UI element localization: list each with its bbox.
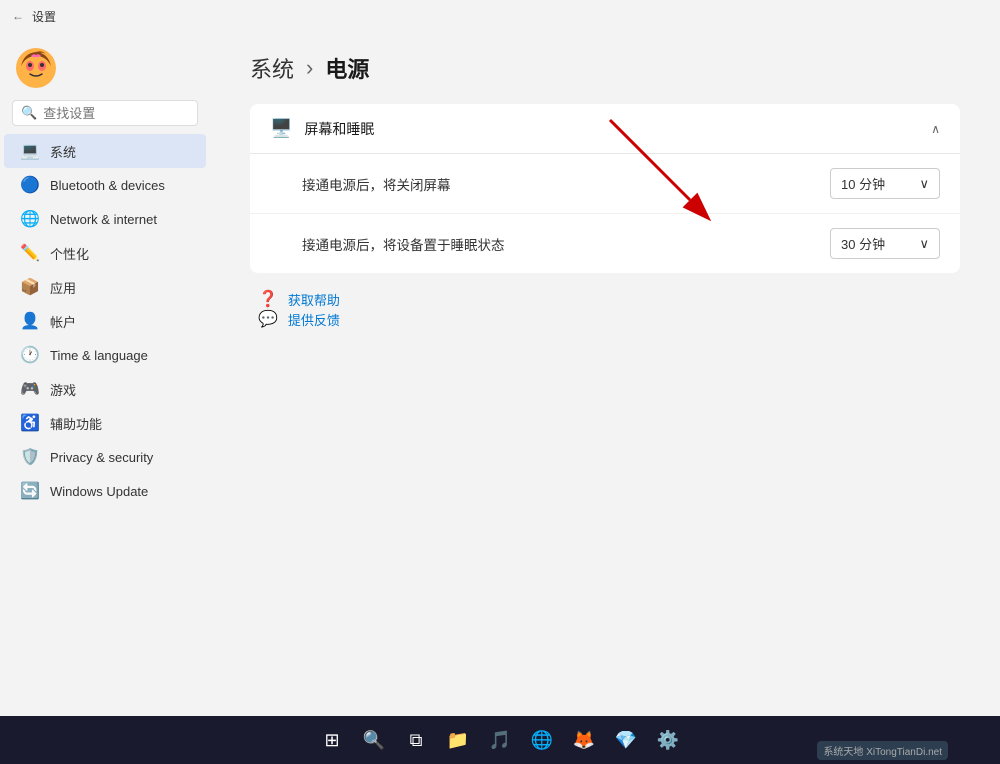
title-bar-label: 设置 <box>32 8 56 25</box>
sidebar-label-privacy: Privacy & security <box>50 450 153 465</box>
taskbar-windows-icon[interactable]: ⊞ <box>314 722 350 758</box>
card-rows: 接通电源后，将关闭屏幕 10 分钟 ∨ 接通电源后，将设备置于睡眠状态 30 分钟 ∨ <box>250 154 960 273</box>
sidebar-item-system[interactable]: 💻 系统 <box>4 134 206 168</box>
sidebar-item-privacy[interactable]: 🛡️ Privacy & security <box>4 440 206 474</box>
sidebar-label-system: 系统 <box>50 142 76 161</box>
card-row-dropdown-0[interactable]: 10 分钟 ∨ <box>830 168 940 199</box>
page-title: 电源 <box>325 52 369 84</box>
card-expand-chevron: ∧ <box>931 122 940 136</box>
taskbar-music-icon[interactable]: 🎵 <box>482 722 518 758</box>
sidebar-item-accounts[interactable]: 👤 帐户 <box>4 304 206 338</box>
sidebar-item-personalization[interactable]: ✏️ 个性化 <box>4 236 206 270</box>
taskbar-search-icon[interactable]: 🔍 <box>356 722 392 758</box>
card-header[interactable]: 🖥️ 屏幕和睡眠 ∧ <box>250 104 960 154</box>
sidebar-nav: 💻 系统 🔵 Bluetooth & devices 🌐 Network & intern… <box>0 134 210 508</box>
help-link-icon-0: ❓ <box>258 289 278 309</box>
search-input[interactable] <box>43 106 189 121</box>
settings-card: 🖥️ 屏幕和睡眠 ∧ 接通电源后，将关闭屏幕10 分钟∨接通电源后，将设备置于睡… <box>250 104 960 273</box>
breadcrumb-parent: 系统 <box>250 52 294 84</box>
help-links-container: ❓ 获取帮助 💬 提供反馈 <box>258 289 960 329</box>
taskbar-settings-icon[interactable]: ⚙️ <box>650 722 686 758</box>
main-content: 系统 › 电源 🖥️ 屏幕和睡眠 ∧ 接通电源后，将关闭屏幕10 分钟∨接通电源… <box>210 32 1000 716</box>
sidebar-item-update[interactable]: 🔄 Windows Update <box>4 474 206 508</box>
card-header-icon: 🖥️ <box>270 118 292 139</box>
sidebar-label-bluetooth: Bluetooth & devices <box>50 178 165 193</box>
help-link-item-1: 💬 提供反馈 <box>258 309 960 329</box>
help-links: ❓ 获取帮助 💬 提供反馈 <box>250 289 960 329</box>
sidebar-item-gaming[interactable]: 🎮 游戏 <box>4 372 206 406</box>
taskbar-edge-icon[interactable]: 🌐 <box>524 722 560 758</box>
title-bar: ← 设置 <box>0 0 1000 32</box>
user-avatar <box>0 40 210 96</box>
help-link-text-1[interactable]: 提供反馈 <box>288 310 340 329</box>
card-row-chevron-0: ∨ <box>919 176 929 192</box>
card-row-1: 接通电源后，将设备置于睡眠状态 30 分钟 ∨ <box>250 214 960 273</box>
sidebar-icon-update: 🔄 <box>20 481 40 501</box>
sidebar: 🔍 💻 系统 🔵 Bluetooth & devices 🌐 Network & inte… <box>0 32 210 716</box>
card-header-title: 屏幕和睡眠 <box>304 119 374 139</box>
sidebar-icon-network: 🌐 <box>20 209 40 229</box>
sidebar-icon-accessibility: ♿ <box>20 413 40 433</box>
page-header: 系统 › 电源 <box>250 52 960 84</box>
watermark: 系统天地 XiTongTianDi.net <box>817 741 948 760</box>
taskbar-gem-icon[interactable]: 💎 <box>608 722 644 758</box>
taskbar-taskview-icon[interactable]: ⧉ <box>398 722 434 758</box>
taskbar-firefox-icon[interactable]: 🦊 <box>566 722 602 758</box>
sidebar-icon-gaming: 🎮 <box>20 379 40 399</box>
back-button[interactable]: ← <box>12 9 24 23</box>
sidebar-item-network[interactable]: 🌐 Network & internet <box>4 202 206 236</box>
card-row-0: 接通电源后，将关闭屏幕 10 分钟 ∨ <box>250 154 960 214</box>
avatar-image <box>16 48 56 88</box>
help-link-icon-1: 💬 <box>258 309 278 329</box>
help-link-item-0: ❓ 获取帮助 <box>258 289 960 309</box>
sidebar-label-personalization: 个性化 <box>50 244 89 263</box>
sidebar-label-time: Time & language <box>50 348 148 363</box>
sidebar-label-network: Network & internet <box>50 212 157 227</box>
sidebar-item-apps[interactable]: 📦 应用 <box>4 270 206 304</box>
card-row-label-1: 接通电源后，将设备置于睡眠状态 <box>302 234 505 254</box>
sidebar-icon-accounts: 👤 <box>20 311 40 331</box>
sidebar-icon-time: 🕐 <box>20 345 40 365</box>
search-box[interactable]: 🔍 <box>12 100 198 126</box>
sidebar-icon-personalization: ✏️ <box>20 243 40 263</box>
card-row-value-0: 10 分钟 <box>841 174 885 193</box>
sidebar-icon-privacy: 🛡️ <box>20 447 40 467</box>
help-link-text-0[interactable]: 获取帮助 <box>288 290 340 309</box>
sidebar-icon-bluetooth: 🔵 <box>20 175 40 195</box>
watermark-bg: 系统天地 XiTongTianDi.net <box>817 741 948 760</box>
sidebar-label-update: Windows Update <box>50 484 148 499</box>
sidebar-label-accounts: 帐户 <box>50 312 76 331</box>
card-row-chevron-1: ∨ <box>919 236 929 252</box>
sidebar-label-apps: 应用 <box>50 278 76 297</box>
sidebar-label-accessibility: 辅助功能 <box>50 414 102 433</box>
app-container: 🔍 💻 系统 🔵 Bluetooth & devices 🌐 Network & inte… <box>0 32 1000 716</box>
card-header-left: 🖥️ 屏幕和睡眠 <box>270 118 374 139</box>
taskbar: ⊞ 🔍 ⧉ 📁 🎵 🌐 🦊 💎 ⚙️ 系统天地 XiTongTianDi.net <box>0 716 1000 764</box>
card-row-dropdown-1[interactable]: 30 分钟 ∨ <box>830 228 940 259</box>
sidebar-item-time[interactable]: 🕐 Time & language <box>4 338 206 372</box>
sidebar-label-gaming: 游戏 <box>50 380 76 399</box>
sidebar-icon-system: 💻 <box>20 141 40 161</box>
sidebar-item-bluetooth[interactable]: 🔵 Bluetooth & devices <box>4 168 206 202</box>
taskbar-explorer-icon[interactable]: 📁 <box>440 722 476 758</box>
search-icon: 🔍 <box>21 105 37 121</box>
watermark-label: 系统天地 XiTongTianDi.net <box>823 743 942 758</box>
sidebar-item-accessibility[interactable]: ♿ 辅助功能 <box>4 406 206 440</box>
card-row-value-1: 30 分钟 <box>841 234 885 253</box>
breadcrumb-separator: › <box>306 55 313 81</box>
sidebar-icon-apps: 📦 <box>20 277 40 297</box>
card-row-label-0: 接通电源后，将关闭屏幕 <box>302 174 451 194</box>
